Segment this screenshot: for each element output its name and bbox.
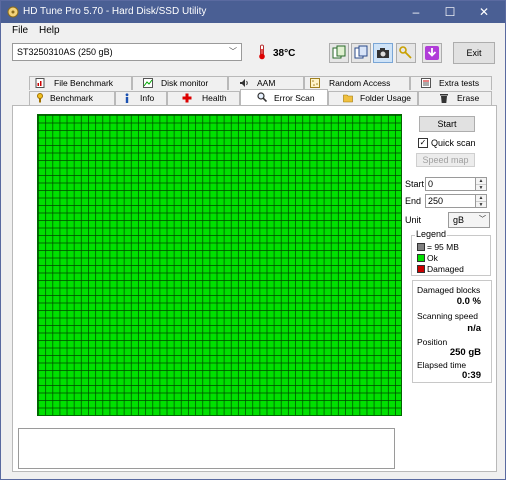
tab-file-benchmark[interactable]: File Benchmark (29, 76, 132, 90)
info-icon (125, 93, 129, 103)
legend-swatch (417, 254, 425, 262)
start-spinner[interactable]: ▲ ▼ (475, 177, 487, 191)
quick-scan-checkbox[interactable]: ✓ (418, 138, 428, 148)
position-value: 250 gB (449, 347, 481, 358)
random-access-icon (310, 78, 320, 88)
tab-extra-tests[interactable]: Extra tests (410, 76, 492, 90)
tab-info[interactable]: Info (115, 91, 167, 105)
app-disk-icon (7, 6, 19, 18)
unit-select-value: gB (453, 215, 465, 225)
scanning-speed-value: n/a (467, 323, 481, 334)
tab-health[interactable]: Health (167, 91, 240, 105)
unit-select[interactable]: gB ﹀ (448, 212, 490, 228)
end-field[interactable]: 250 (425, 194, 477, 208)
folder-icon (343, 94, 353, 103)
tab-benchmark[interactable]: Benchmark (29, 91, 115, 105)
chevron-down-icon: ﹀ (479, 216, 486, 223)
file-benchmark-icon (35, 78, 45, 88)
save-button[interactable] (422, 43, 442, 63)
screenshot-button[interactable] (373, 43, 393, 63)
magnifier-icon (257, 92, 267, 102)
screenshot-camera-icon (377, 48, 389, 58)
title-bar[interactable]: HD Tune Pro 5.70 - Hard Disk/SSD Utility… (1, 1, 505, 23)
damaged-blocks-value: 0.0 % (456, 296, 481, 307)
copy-info-icon (332, 45, 346, 59)
thermometer-icon (259, 44, 265, 60)
start-field[interactable]: 0 (425, 177, 477, 191)
health-cross-icon (182, 93, 192, 103)
speed-map-button[interactable]: Speed map (416, 153, 475, 167)
exit-button[interactable]: Exit (453, 42, 495, 64)
legend-item-damaged: Damaged (417, 264, 464, 274)
app-window: HD Tune Pro 5.70 - Hard Disk/SSD Utility… (0, 0, 506, 480)
save-download-icon (425, 46, 439, 60)
window-title: HD Tune Pro 5.70 - Hard Disk/SSD Utility (23, 6, 207, 17)
end-field-label: End (405, 196, 422, 206)
scan-log-box[interactable] (18, 428, 395, 469)
spin-down-icon[interactable]: ▼ (476, 184, 486, 191)
damaged-blocks-label: Damaged blocks (417, 285, 481, 295)
copy-screenshot-button[interactable] (351, 43, 371, 63)
close-button[interactable]: ✕ (469, 1, 499, 23)
tab-aam[interactable]: AAM (228, 76, 304, 90)
chevron-down-icon: ﹀ (229, 47, 237, 56)
options-button[interactable] (396, 43, 416, 63)
legend-item-block-size: = 95 MB (417, 242, 459, 252)
start-button[interactable]: Start (419, 116, 475, 132)
spin-down-icon[interactable]: ▼ (476, 201, 486, 208)
minimize-button[interactable]: – (401, 1, 431, 23)
benchmark-icon (37, 93, 43, 103)
end-spinner[interactable]: ▲ ▼ (475, 194, 487, 208)
legend-item-ok: Ok (417, 253, 438, 263)
legend-swatch (417, 265, 425, 273)
temperature-readout: 38°C (273, 48, 296, 59)
menu-file[interactable]: File (12, 25, 28, 36)
start-field-label: Start (405, 179, 425, 189)
drive-select[interactable]: ST3250310AS (250 gB) ﹀ (12, 43, 242, 61)
drive-select-value: ST3250310AS (250 gB) (17, 47, 113, 57)
tab-folder-usage[interactable]: Folder Usage (328, 91, 418, 105)
elapsed-time-label: Elapsed time (417, 360, 467, 370)
legend-swatch (417, 243, 425, 251)
scanning-speed-label: Scanning speed (417, 311, 478, 321)
tab-erase[interactable]: Erase (418, 91, 492, 105)
legend-box: Legend = 95 MB Ok Damaged (411, 229, 491, 276)
tab-random-access[interactable]: Random Access (304, 76, 410, 90)
scan-block-map (37, 114, 402, 416)
legend-title: Legend (415, 229, 448, 239)
tab-disk-monitor[interactable]: Disk monitor (132, 76, 228, 90)
maximize-button[interactable]: ☐ (435, 1, 465, 23)
elapsed-time-value: 0:39 (461, 370, 481, 381)
options-keys-icon (399, 46, 412, 59)
copy-info-button[interactable] (329, 43, 349, 63)
menu-help[interactable]: Help (39, 25, 60, 36)
tab-error-scan[interactable]: Error Scan (240, 89, 328, 105)
unit-label: Unit (405, 215, 422, 225)
extra-tests-icon (421, 78, 431, 88)
copy-screenshot-icon (354, 45, 368, 59)
speaker-icon (240, 79, 248, 87)
trash-icon (440, 94, 448, 103)
position-label: Position (417, 337, 448, 347)
menu-bar: File Help (1, 23, 505, 39)
stats-box: Damaged blocks 0.0 % Scanning speed n/a … (412, 280, 492, 383)
disk-monitor-icon (143, 78, 153, 88)
quick-scan-label: Quick scan (431, 138, 476, 148)
